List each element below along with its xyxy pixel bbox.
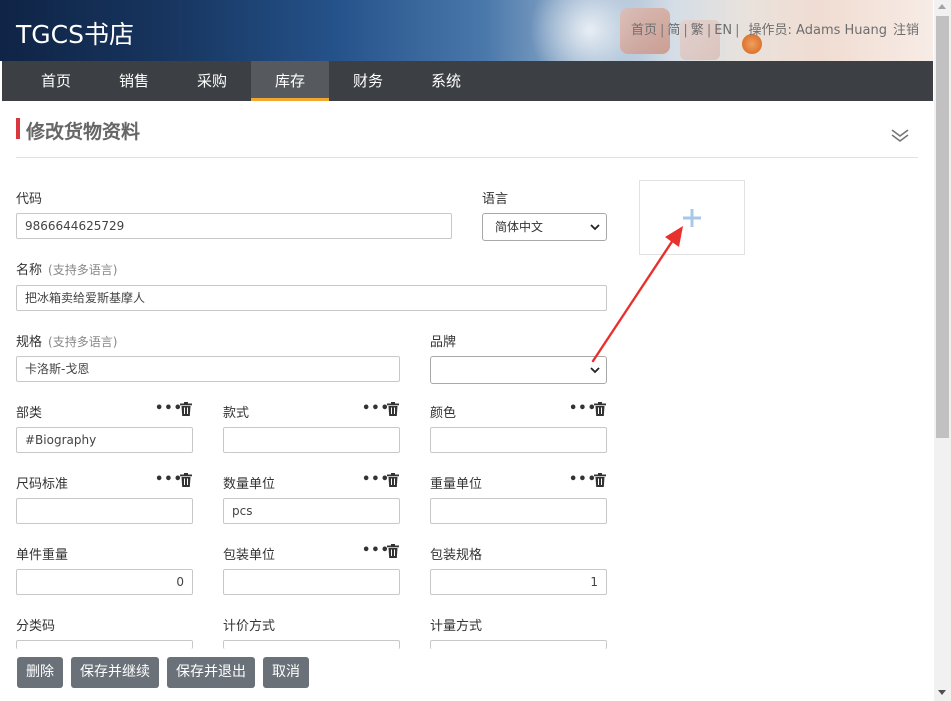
ellipsis-icon[interactable]: ••• — [362, 402, 390, 416]
name-label: 名称 (支持多语言) — [16, 259, 117, 278]
style-input[interactable] — [223, 427, 400, 453]
name-input[interactable]: 把冰箱卖给爱斯基摩人 — [16, 285, 607, 311]
annotation-arrow — [591, 226, 683, 363]
spec-label: 规格 (支持多语言) — [16, 331, 117, 350]
color-tools: ••• — [569, 402, 609, 418]
collapse-chevron-icon[interactable] — [889, 124, 911, 146]
trash-icon[interactable] — [387, 402, 399, 416]
save-exit-button[interactable]: 保存并退出 — [167, 657, 255, 688]
classification-code-label: 分类码 — [16, 619, 56, 634]
brand-logo-text: TGCS书店 — [16, 20, 134, 49]
measure-method-label: 计量方式 — [430, 619, 483, 634]
separator: | — [706, 23, 712, 38]
brand-label: 品牌 — [430, 335, 457, 350]
page-title: 修改货物资料 — [26, 121, 141, 143]
trash-icon[interactable] — [594, 473, 606, 487]
weight-unit-label: 重量单位 — [430, 477, 483, 492]
weight-unit-input[interactable] — [430, 498, 607, 524]
nav-item-system[interactable]: 系统 — [407, 61, 485, 101]
operator-label: 操作员: Adams Huang — [748, 23, 887, 38]
header-link-home[interactable]: 首页 — [631, 23, 657, 38]
ellipsis-icon[interactable]: ••• — [155, 402, 183, 416]
ellipsis-icon[interactable]: ••• — [155, 473, 183, 487]
separator: | — [683, 23, 688, 38]
trash-icon[interactable] — [594, 402, 606, 416]
nav-item-finance[interactable]: 财务 — [329, 61, 407, 101]
cancel-button[interactable]: 取消 — [263, 657, 309, 688]
color-label: 颜色 — [430, 406, 457, 421]
code-input[interactable]: 9866644625729 — [16, 213, 452, 239]
code-label: 代码 — [16, 192, 43, 207]
scroll-up-arrow-icon[interactable] — [938, 4, 946, 9]
header-banner: TGCS书店 首页 | 简 | 繁 | EN | 操作员: Adams Huang 注销 — [0, 0, 933, 61]
trash-icon[interactable] — [387, 544, 399, 558]
package-spec-label: 包装规格 — [430, 548, 483, 563]
classification-code-input[interactable] — [16, 640, 193, 649]
size-standard-tools: ••• — [155, 473, 195, 489]
ellipsis-icon[interactable]: ••• — [569, 473, 597, 487]
main-nav: 首页 销售 采购 库存 财务 系统 — [2, 61, 933, 101]
color-input[interactable] — [430, 427, 607, 453]
scrollbar-thumb[interactable] — [936, 16, 949, 438]
ellipsis-icon[interactable]: ••• — [362, 473, 390, 487]
pricing-method-input[interactable] — [223, 640, 400, 649]
separator: | — [660, 23, 665, 38]
weight-unit-tools: ••• — [569, 473, 609, 489]
nav-item-sales[interactable]: 销售 — [95, 61, 173, 101]
unit-weight-input[interactable]: 0 — [16, 569, 193, 595]
nav-item-inventory[interactable]: 库存 — [251, 61, 329, 101]
header-links: 首页 | 简 | 繁 | EN | 操作员: Adams Huang 注销 — [631, 19, 919, 38]
name-label-text: 名称 — [16, 263, 43, 278]
language-link-simplified[interactable]: 简 — [667, 23, 680, 38]
language-link-traditional[interactable]: 繁 — [691, 23, 704, 38]
trash-icon[interactable] — [387, 473, 399, 487]
language-label: 语言 — [482, 192, 509, 207]
size-standard-input[interactable] — [16, 498, 193, 524]
scroll-down-arrow-icon[interactable] — [938, 690, 946, 695]
spec-label-text: 规格 — [16, 335, 43, 350]
unit-weight-label: 单件重量 — [16, 548, 69, 563]
spec-input[interactable]: 卡洛斯-戈恩 — [16, 356, 400, 382]
nav-item-purchase[interactable]: 采购 — [173, 61, 251, 101]
vertical-scrollbar[interactable] — [934, 0, 951, 701]
language-select-value: 简体中文 — [495, 220, 544, 234]
delete-button[interactable]: 删除 — [17, 657, 63, 688]
brand-select[interactable] — [430, 356, 607, 384]
quantity-unit-tools: ••• — [362, 473, 402, 489]
ellipsis-icon[interactable]: ••• — [362, 544, 390, 558]
title-accent-bar — [16, 118, 20, 139]
title-divider — [16, 157, 918, 158]
category-input[interactable]: #Biography — [16, 427, 193, 453]
size-standard-label: 尺码标准 — [16, 477, 69, 492]
package-unit-input[interactable] — [223, 569, 400, 595]
trash-icon[interactable] — [180, 473, 192, 487]
ellipsis-icon[interactable]: ••• — [569, 402, 597, 416]
chevron-down-icon — [590, 367, 600, 374]
style-tools: ••• — [362, 402, 402, 418]
quantity-unit-label: 数量单位 — [223, 477, 276, 492]
category-label: 部类 — [16, 406, 43, 421]
style-label: 款式 — [223, 406, 250, 421]
spec-multilang-hint: (支持多语言) — [48, 335, 118, 349]
logout-link[interactable]: 注销 — [893, 23, 919, 38]
package-unit-tools: ••• — [362, 544, 402, 560]
nav-item-home[interactable]: 首页 — [17, 61, 95, 101]
category-tools: ••• — [155, 402, 195, 418]
package-unit-label: 包装单位 — [223, 548, 276, 563]
quantity-unit-input[interactable]: pcs — [223, 498, 400, 524]
package-spec-input[interactable]: 1 — [430, 569, 607, 595]
trash-icon[interactable] — [180, 402, 192, 416]
separator: | — [735, 23, 740, 38]
name-multilang-hint: (支持多语言) — [48, 263, 118, 277]
language-link-english[interactable]: EN — [714, 23, 732, 38]
measure-method-input[interactable] — [430, 640, 607, 649]
pricing-method-label: 计价方式 — [223, 619, 276, 634]
save-continue-button[interactable]: 保存并继续 — [71, 657, 159, 688]
